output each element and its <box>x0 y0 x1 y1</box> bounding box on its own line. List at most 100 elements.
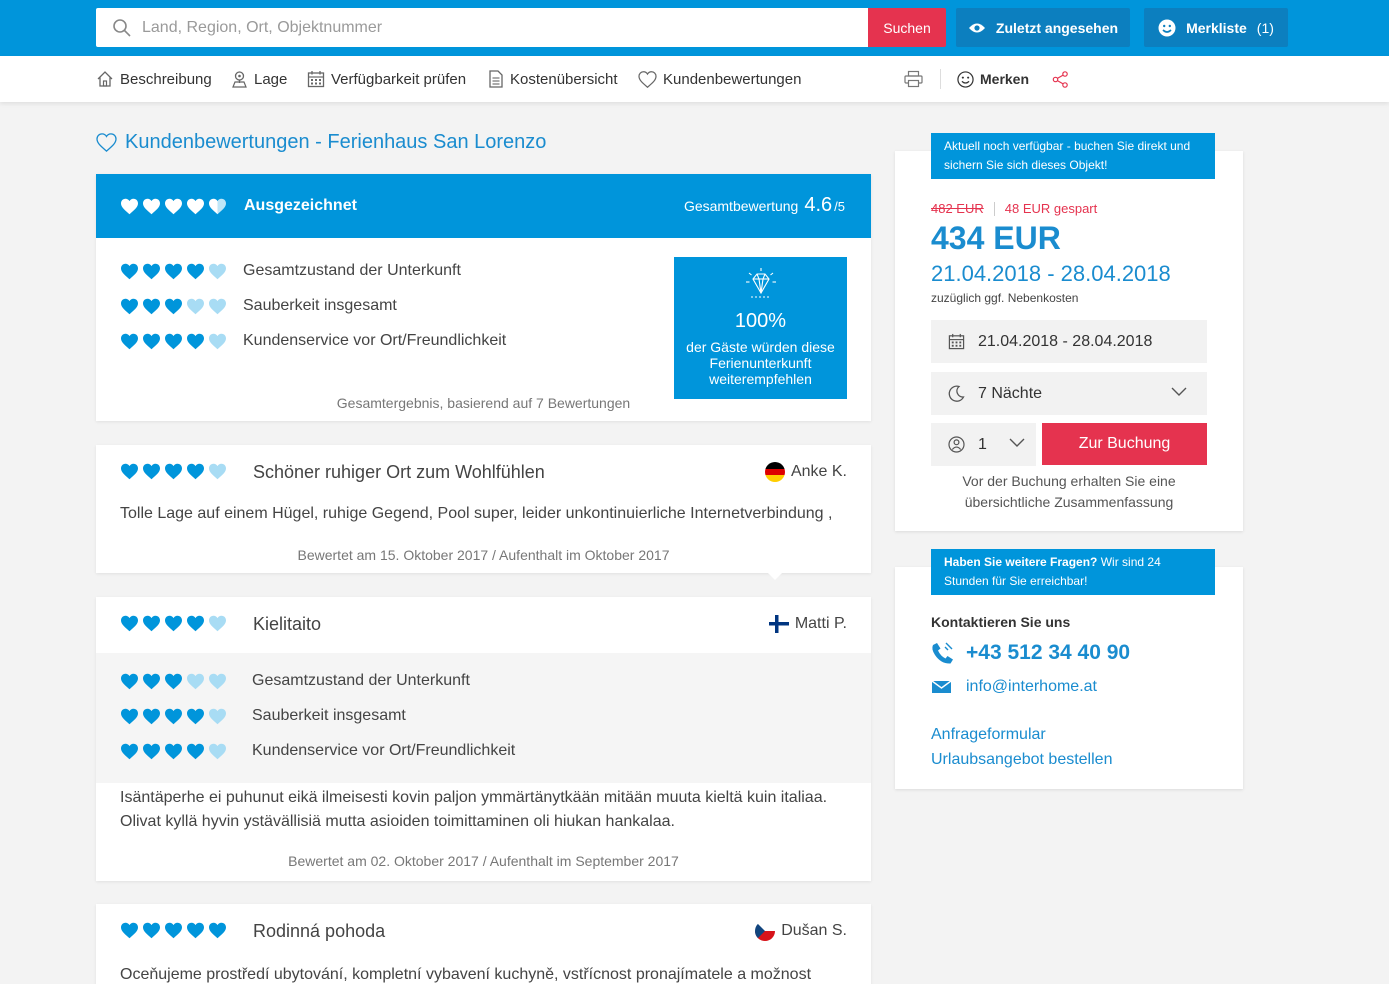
review-author-name: Anke K. <box>790 463 847 480</box>
criterion-row: Gesamtzustand der Unterkunft <box>120 672 470 690</box>
recently-viewed-label: Zuletzt angesehen <box>995 19 1119 36</box>
heart-icon <box>121 263 138 279</box>
criterion-hearts <box>120 333 227 350</box>
date-picker-value: 21.04.2018 - 28.04.2018 <box>978 332 1153 350</box>
heart-icon <box>209 263 226 279</box>
heart-icon <box>143 263 160 279</box>
heart-icon <box>121 298 138 314</box>
person-icon <box>948 436 965 453</box>
nav-costs[interactable]: Kostenübersicht <box>488 69 618 89</box>
review-title: Rodinná pohoda <box>253 921 386 941</box>
overall-score-value: 4.6 <box>804 194 833 216</box>
nav-reviews-label: Kundenbewertungen <box>663 70 802 88</box>
review-text: Isäntäperhe ei puhunut eikä ilmeisesti k… <box>120 789 828 830</box>
nav-availability[interactable]: Verfügbarkeit prüfen <box>307 69 466 89</box>
search-box <box>96 8 868 47</box>
review-meta: Bewertet am 15. Oktober 2017 / Aufenthal… <box>297 547 670 563</box>
nights-select-value: 7 Nächte <box>978 384 1043 402</box>
smiley-icon <box>957 70 974 88</box>
heart-icon <box>143 198 160 215</box>
rating-word: Ausgezeichnet <box>244 197 357 214</box>
holiday-offer-link[interactable]: Urlaubsangebot bestellen <box>931 751 1112 769</box>
criterion-hearts <box>120 263 227 280</box>
nav-reviews[interactable]: Kundenbewertungen <box>638 69 801 89</box>
rating-summary-card: Ausgezeichnet Gesamtbewertung 4.6 /5 Ges… <box>96 174 871 421</box>
heart-icon <box>121 922 138 939</box>
criterion-row: Sauberkeit insgesamt <box>120 297 397 315</box>
review-card: Schöner ruhiger Ort zum Wohlfühlen Anke … <box>96 445 871 580</box>
heart-icon <box>143 333 160 349</box>
rating-summary-header: Ausgezeichnet Gesamtbewertung 4.6 /5 <box>96 174 871 238</box>
heart-icon <box>165 263 182 279</box>
share-button[interactable] <box>1052 69 1069 89</box>
heart-icon <box>187 615 204 632</box>
heart-icon <box>209 708 226 724</box>
review-criteria: Gesamtzustand der Unterkunft Sauberkeit … <box>96 653 871 783</box>
travel-dates: 21.04.2018 - 28.04.2018 <box>931 261 1171 286</box>
calendar-icon <box>307 71 325 88</box>
book-button[interactable]: Zur Buchung <box>1042 423 1207 465</box>
heart-icon <box>209 673 226 689</box>
nav-description[interactable]: Beschreibung <box>96 69 212 89</box>
heart-icon <box>121 743 138 759</box>
overall-score: Gesamtbewertung 4.6 /5 <box>684 194 845 217</box>
heart-icon <box>121 463 138 480</box>
mail-icon <box>931 680 952 693</box>
price-savings: 482 EUR 48 EUR gespart <box>931 201 1097 216</box>
inquiry-form-link[interactable]: Anfrageformular <box>931 726 1046 744</box>
persons-select[interactable]: 1 <box>931 423 1036 466</box>
contact-phone[interactable]: +43 512 34 40 90 <box>931 641 1130 665</box>
contact-email[interactable]: info@interhome.at <box>931 678 1097 696</box>
heart-icon <box>143 298 160 314</box>
review-author: Matti P. <box>768 614 847 634</box>
heart-icon <box>187 333 204 349</box>
review-text: Oceňujeme prostředí ubytování, kompletní… <box>120 966 812 983</box>
heart-icon <box>187 708 204 724</box>
heart-icon <box>165 615 182 632</box>
criterion-label: Kundenservice vor Ort/Freundlichkeit <box>243 332 507 349</box>
heart-icon <box>209 333 226 349</box>
date-picker[interactable]: 21.04.2018 - 28.04.2018 <box>931 320 1207 363</box>
recently-viewed-button[interactable]: Zuletzt angesehen <box>956 8 1130 47</box>
save-label: Merken <box>980 71 1030 87</box>
heart-icon <box>143 922 160 939</box>
criterion-row: Kundenservice vor Ort/Freundlichkeit <box>120 332 506 350</box>
calendar-icon <box>948 333 965 350</box>
booking-card: 482 EUR 48 EUR gespart 434 EUR 21.04.201… <box>895 151 1243 531</box>
sub-navigation: Beschreibung Lage Verfügbarkeit prüfen K… <box>0 56 1389 102</box>
page-title: Kundenbewertungen - Ferienhaus San Loren… <box>96 130 546 154</box>
heart-icon <box>187 263 204 279</box>
print-button[interactable] <box>904 69 923 89</box>
heart-icon <box>165 743 182 759</box>
heart-icon <box>165 673 182 689</box>
moon-icon <box>948 385 965 402</box>
search-input[interactable] <box>142 8 852 47</box>
flag-finland-icon <box>768 614 789 634</box>
criterion-row: Gesamtzustand der Unterkunft <box>120 262 461 280</box>
nav-description-label: Beschreibung <box>120 70 212 88</box>
booking-note: Vor der Buchung erhalten Sie eine übersi… <box>962 473 1176 510</box>
chevron-down-icon <box>1171 387 1187 396</box>
heart-icon <box>165 463 182 480</box>
page-title-text: Kundenbewertungen - Ferienhaus San Loren… <box>125 130 547 153</box>
heart-icon <box>143 743 160 759</box>
contact-heading: Kontaktieren Sie uns <box>931 614 1071 630</box>
overall-score-max: /5 <box>834 199 845 214</box>
search-icon <box>113 19 131 37</box>
nights-select[interactable]: 7 Nächte <box>931 372 1207 415</box>
review-hearts <box>120 615 227 632</box>
nav-location[interactable]: Lage <box>231 69 287 89</box>
heart-icon <box>209 615 226 632</box>
diamond-icon <box>746 268 776 298</box>
heart-icon <box>187 673 204 689</box>
save-button[interactable]: Merken <box>957 69 1029 89</box>
availability-tag: Aktuell noch verfügbar - buchen Sie dire… <box>931 133 1215 179</box>
search-button[interactable]: Suchen <box>868 8 946 47</box>
heart-icon <box>165 922 182 939</box>
review-card: Rodinná pohoda Dušan S. Oceňujeme prostř… <box>96 904 871 984</box>
watchlist-button[interactable]: Merkliste (1) <box>1144 8 1288 47</box>
review-title: Schöner ruhiger Ort zum Wohlfühlen <box>253 462 545 482</box>
flag-czech-icon <box>755 921 776 941</box>
criterion-row: Kundenservice vor Ort/Freundlichkeit <box>120 742 515 760</box>
watchlist-count: (1) <box>1256 19 1274 36</box>
